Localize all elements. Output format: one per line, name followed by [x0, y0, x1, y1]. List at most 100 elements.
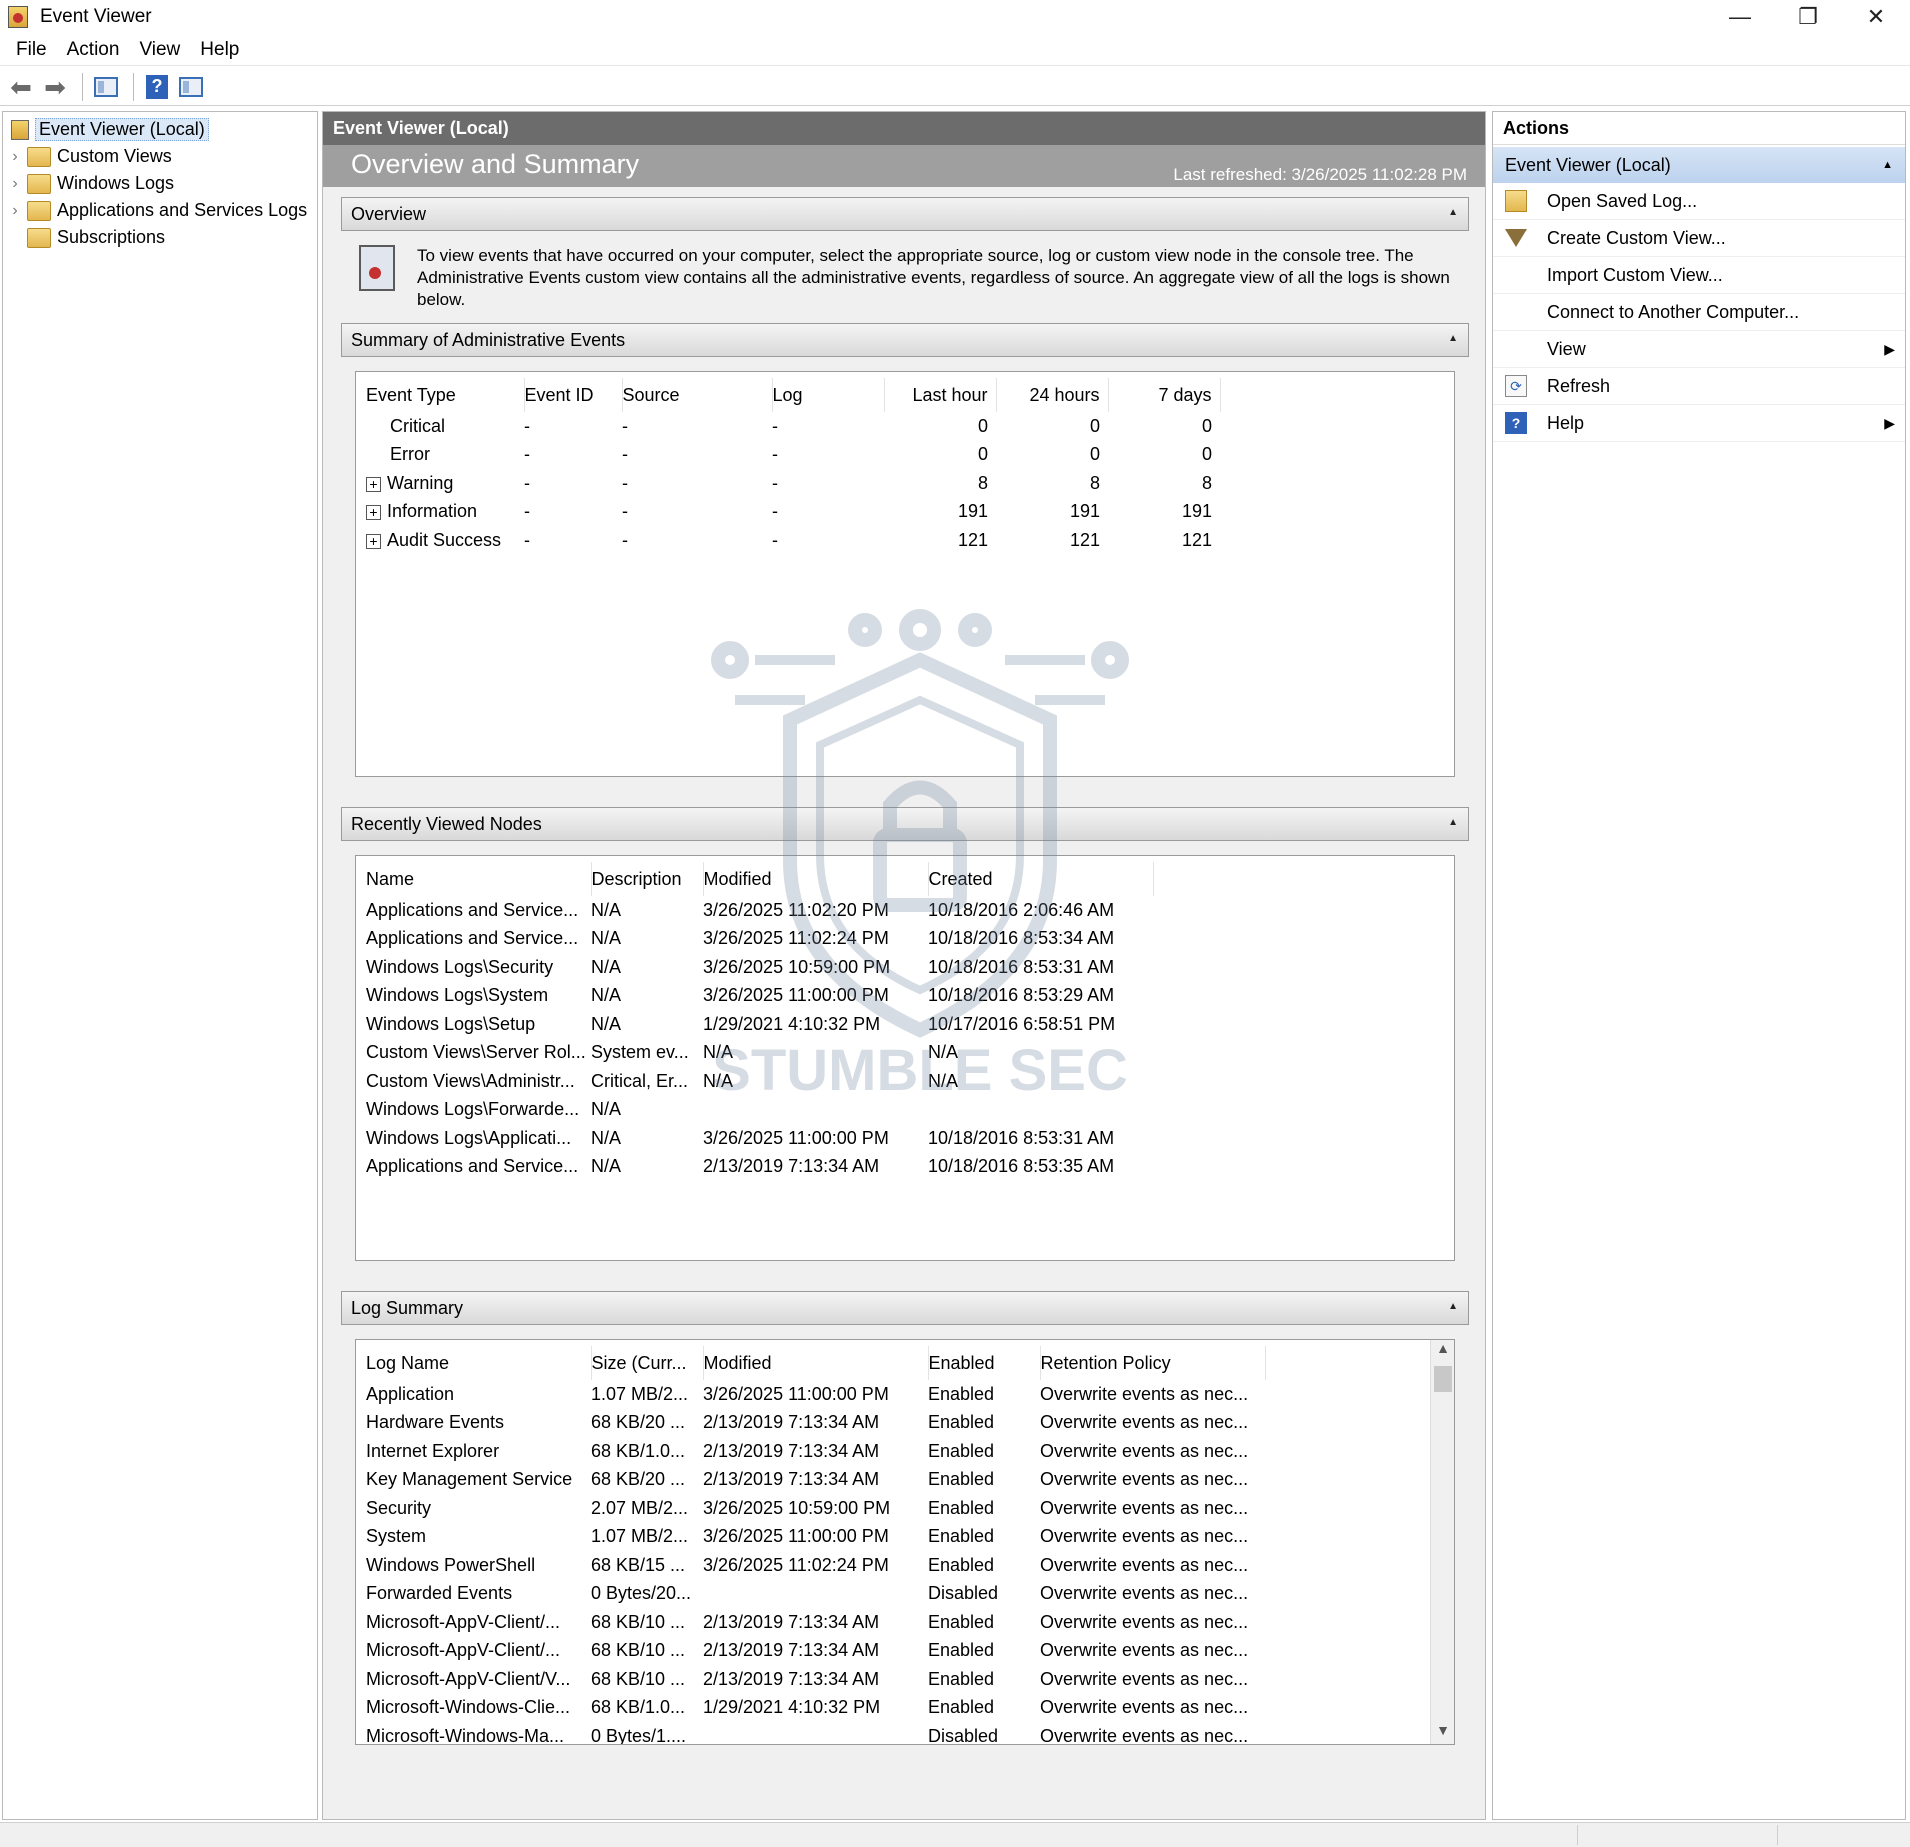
recent-node-row[interactable]: Custom Views\Administr... Critical, Er...… — [366, 1067, 1153, 1096]
column-header[interactable]: Created — [928, 862, 1154, 896]
overview-description: To view events that have occurred on you… — [341, 231, 1469, 321]
recent-node-row[interactable]: Applications and Service... N/A 2/13/2019 … — [366, 1153, 1153, 1182]
action-label: Refresh — [1547, 375, 1611, 396]
summary-row[interactable]: + Information - - - 191 191 191 — [366, 498, 1220, 527]
tree-node-applications-and-services-logs[interactable]: › Applications and Services Logs — [3, 197, 317, 224]
column-header[interactable]: Description — [591, 862, 704, 896]
recent-node-row[interactable]: Windows Logs\Setup N/A 1/29/2021 4:10:32 P… — [366, 1010, 1153, 1039]
column-header[interactable]: Enabled — [928, 1346, 1041, 1380]
recent-node-row[interactable]: Custom Views\Server Rol... System ev... N/… — [366, 1039, 1153, 1068]
recent-node-row[interactable]: Windows Logs\Security N/A 3/26/2025 10:59:… — [366, 953, 1153, 982]
show-hide-action-pane-button[interactable] — [176, 72, 206, 102]
minimize-button[interactable]: — — [1706, 0, 1774, 34]
collapse-caret-icon[interactable]: ▲ — [1882, 159, 1893, 171]
column-header[interactable]: Last hour — [884, 378, 997, 412]
recent-node-row[interactable]: Windows Logs\Applicati... N/A 3/26/2025 11… — [366, 1124, 1153, 1153]
event-type-cell: Critical — [366, 412, 524, 441]
collapse-caret-icon[interactable]: ▲ — [1448, 1301, 1458, 1312]
expand-plus-icon[interactable]: + — [366, 533, 381, 549]
log-summary-row[interactable]: Microsoft-Windows-Ma... 0 Bytes/1.... Disa… — [366, 1722, 1265, 1744]
column-header[interactable]: Event Type — [366, 378, 525, 412]
scrollbar-thumb[interactable] — [1434, 1366, 1452, 1392]
action-refresh[interactable]: ⟳ Refresh — [1493, 368, 1905, 405]
log-summary-scrollbar[interactable]: ▲ ▼ — [1430, 1340, 1454, 1744]
overview-section-header[interactable]: Overview ▲ — [341, 197, 1469, 231]
menu-help[interactable]: Help — [190, 39, 249, 61]
help-toolbar-button[interactable]: ? — [142, 72, 172, 102]
recent-node-row[interactable]: Applications and Service... N/A 3/26/2025 … — [366, 925, 1153, 954]
action-create-custom-view[interactable]: Create Custom View... — [1493, 220, 1905, 257]
summary-row[interactable]: + Warning - - - 8 8 8 — [366, 469, 1220, 498]
action-view[interactable]: View ▶ — [1493, 331, 1905, 368]
summary-row[interactable]: + Audit Success - - - 121 121 121 — [366, 526, 1220, 555]
menu-action[interactable]: Action — [57, 39, 130, 61]
log-summary-row[interactable]: Microsoft-AppV-Client/V... 68 KB/10 ... 2/… — [366, 1665, 1265, 1694]
column-header[interactable]: Source — [622, 378, 773, 412]
summary-section-header[interactable]: Summary of Administrative Events ▲ — [341, 323, 1469, 357]
table-cell: 2.07 MB/2... — [591, 1497, 689, 1518]
summary-row[interactable]: Error - - - 0 0 0 — [366, 441, 1220, 470]
action-help[interactable]: ? Help ▶ — [1493, 405, 1905, 442]
column-header[interactable]: Log Name — [366, 1346, 592, 1380]
tree-node-windows-logs[interactable]: › Windows Logs — [3, 170, 317, 197]
column-header[interactable]: Modified — [703, 862, 929, 896]
action-import-custom-view[interactable]: Import Custom View... — [1493, 257, 1905, 294]
log-summary-row[interactable]: Key Management Service 68 KB/20 ... 2/13/2… — [366, 1466, 1265, 1495]
table-cell: Disabled — [928, 1583, 999, 1604]
menu-file[interactable]: File — [6, 39, 57, 61]
collapse-caret-icon[interactable]: ▲ — [1448, 817, 1458, 828]
close-button[interactable]: ✕ — [1842, 0, 1910, 34]
expand-chevron-icon[interactable]: › — [3, 202, 27, 220]
summary-row[interactable]: Critical - - - 0 0 0 — [366, 412, 1220, 441]
column-header[interactable]: Size (Curr... — [591, 1346, 704, 1380]
recent-nodes-section-header[interactable]: Recently Viewed Nodes ▲ — [341, 807, 1469, 841]
column-header[interactable]: 7 days — [1108, 378, 1221, 412]
log-summary-row[interactable]: Windows PowerShell 68 KB/15 ... 3/26/2025 … — [366, 1551, 1265, 1580]
count-cell: 8 — [1201, 472, 1212, 493]
column-header[interactable]: Name — [366, 862, 592, 896]
expand-plus-icon[interactable]: + — [366, 505, 381, 520]
menu-view[interactable]: View — [129, 39, 190, 61]
expand-chevron-icon[interactable]: › — [3, 175, 27, 193]
log-summary-row[interactable]: Security 2.07 MB/2... 3/26/2025 10:59:00 P… — [366, 1494, 1265, 1523]
recent-node-row[interactable]: Applications and Service... N/A 3/26/2025 … — [366, 896, 1153, 925]
restore-button[interactable]: ❐ — [1774, 0, 1842, 34]
column-header[interactable]: Event ID — [524, 378, 623, 412]
recent-node-row[interactable]: Windows Logs\Forwarde... N/A — [366, 1096, 1153, 1125]
table-cell: Windows Logs\Security — [366, 956, 554, 977]
log-summary-row[interactable]: Microsoft-AppV-Client/... 68 KB/10 ... 2/1… — [366, 1608, 1265, 1637]
recent-nodes-grid: Name Description Modified Created Applic… — [355, 855, 1455, 1261]
log-summary-row[interactable]: Application 1.07 MB/2... 3/26/2025 11:00:0… — [366, 1380, 1265, 1409]
table-cell: 2/13/2019 7:13:34 AM — [703, 1469, 880, 1490]
tree-node-subscriptions[interactable]: Subscriptions — [3, 224, 317, 251]
back-button[interactable]: ⬅ — [6, 72, 36, 102]
column-header[interactable]: Modified — [703, 1346, 929, 1380]
action-connect-to-another-computer[interactable]: Connect to Another Computer... — [1493, 294, 1905, 331]
table-cell: Enabled — [928, 1668, 995, 1689]
log-summary-row[interactable]: Microsoft-AppV-Client/... 68 KB/10 ... 2/1… — [366, 1637, 1265, 1666]
actions-group-header[interactable]: Event Viewer (Local) ▲ — [1493, 147, 1905, 183]
collapse-caret-icon[interactable]: ▲ — [1448, 207, 1458, 218]
recent-node-row[interactable]: Windows Logs\System N/A 3/26/2025 11:00:00… — [366, 982, 1153, 1011]
column-header[interactable]: Log — [772, 378, 885, 412]
log-summary-row[interactable]: Hardware Events 68 KB/20 ... 2/13/2019 7:1… — [366, 1409, 1265, 1438]
log-summary-section-header[interactable]: Log Summary ▲ — [341, 1291, 1469, 1325]
expand-chevron-icon[interactable]: › — [3, 148, 27, 166]
tree-node-custom-views[interactable]: › Custom Views — [3, 143, 317, 170]
expand-plus-icon[interactable]: + — [366, 476, 381, 492]
section-title: Overview — [351, 203, 427, 224]
blank-icon — [1505, 264, 1527, 286]
column-header[interactable]: Retention Policy — [1040, 1346, 1266, 1380]
tree-node-event-viewer-local[interactable]: Event Viewer (Local) — [3, 116, 317, 143]
log-summary-row[interactable]: Microsoft-Windows-Clie... 68 KB/1.0... 1/2… — [366, 1694, 1265, 1723]
log-summary-row[interactable]: Internet Explorer 68 KB/1.0... 2/13/2019 7… — [366, 1437, 1265, 1466]
show-hide-console-tree-button[interactable] — [91, 72, 121, 102]
action-open-saved-log[interactable]: Open Saved Log... — [1493, 183, 1905, 220]
log-summary-row[interactable]: Forwarded Events 0 Bytes/20... Disabled Ove… — [366, 1580, 1265, 1609]
column-header[interactable]: 24 hours — [996, 378, 1109, 412]
forward-button[interactable]: ➡ — [40, 72, 70, 102]
scroll-down-icon[interactable]: ▼ — [1431, 1722, 1454, 1744]
log-summary-row[interactable]: System 1.07 MB/2... 3/26/2025 11:00:00 PM E… — [366, 1523, 1265, 1552]
collapse-caret-icon[interactable]: ▲ — [1448, 333, 1458, 344]
scroll-up-icon[interactable]: ▲ — [1431, 1340, 1454, 1362]
